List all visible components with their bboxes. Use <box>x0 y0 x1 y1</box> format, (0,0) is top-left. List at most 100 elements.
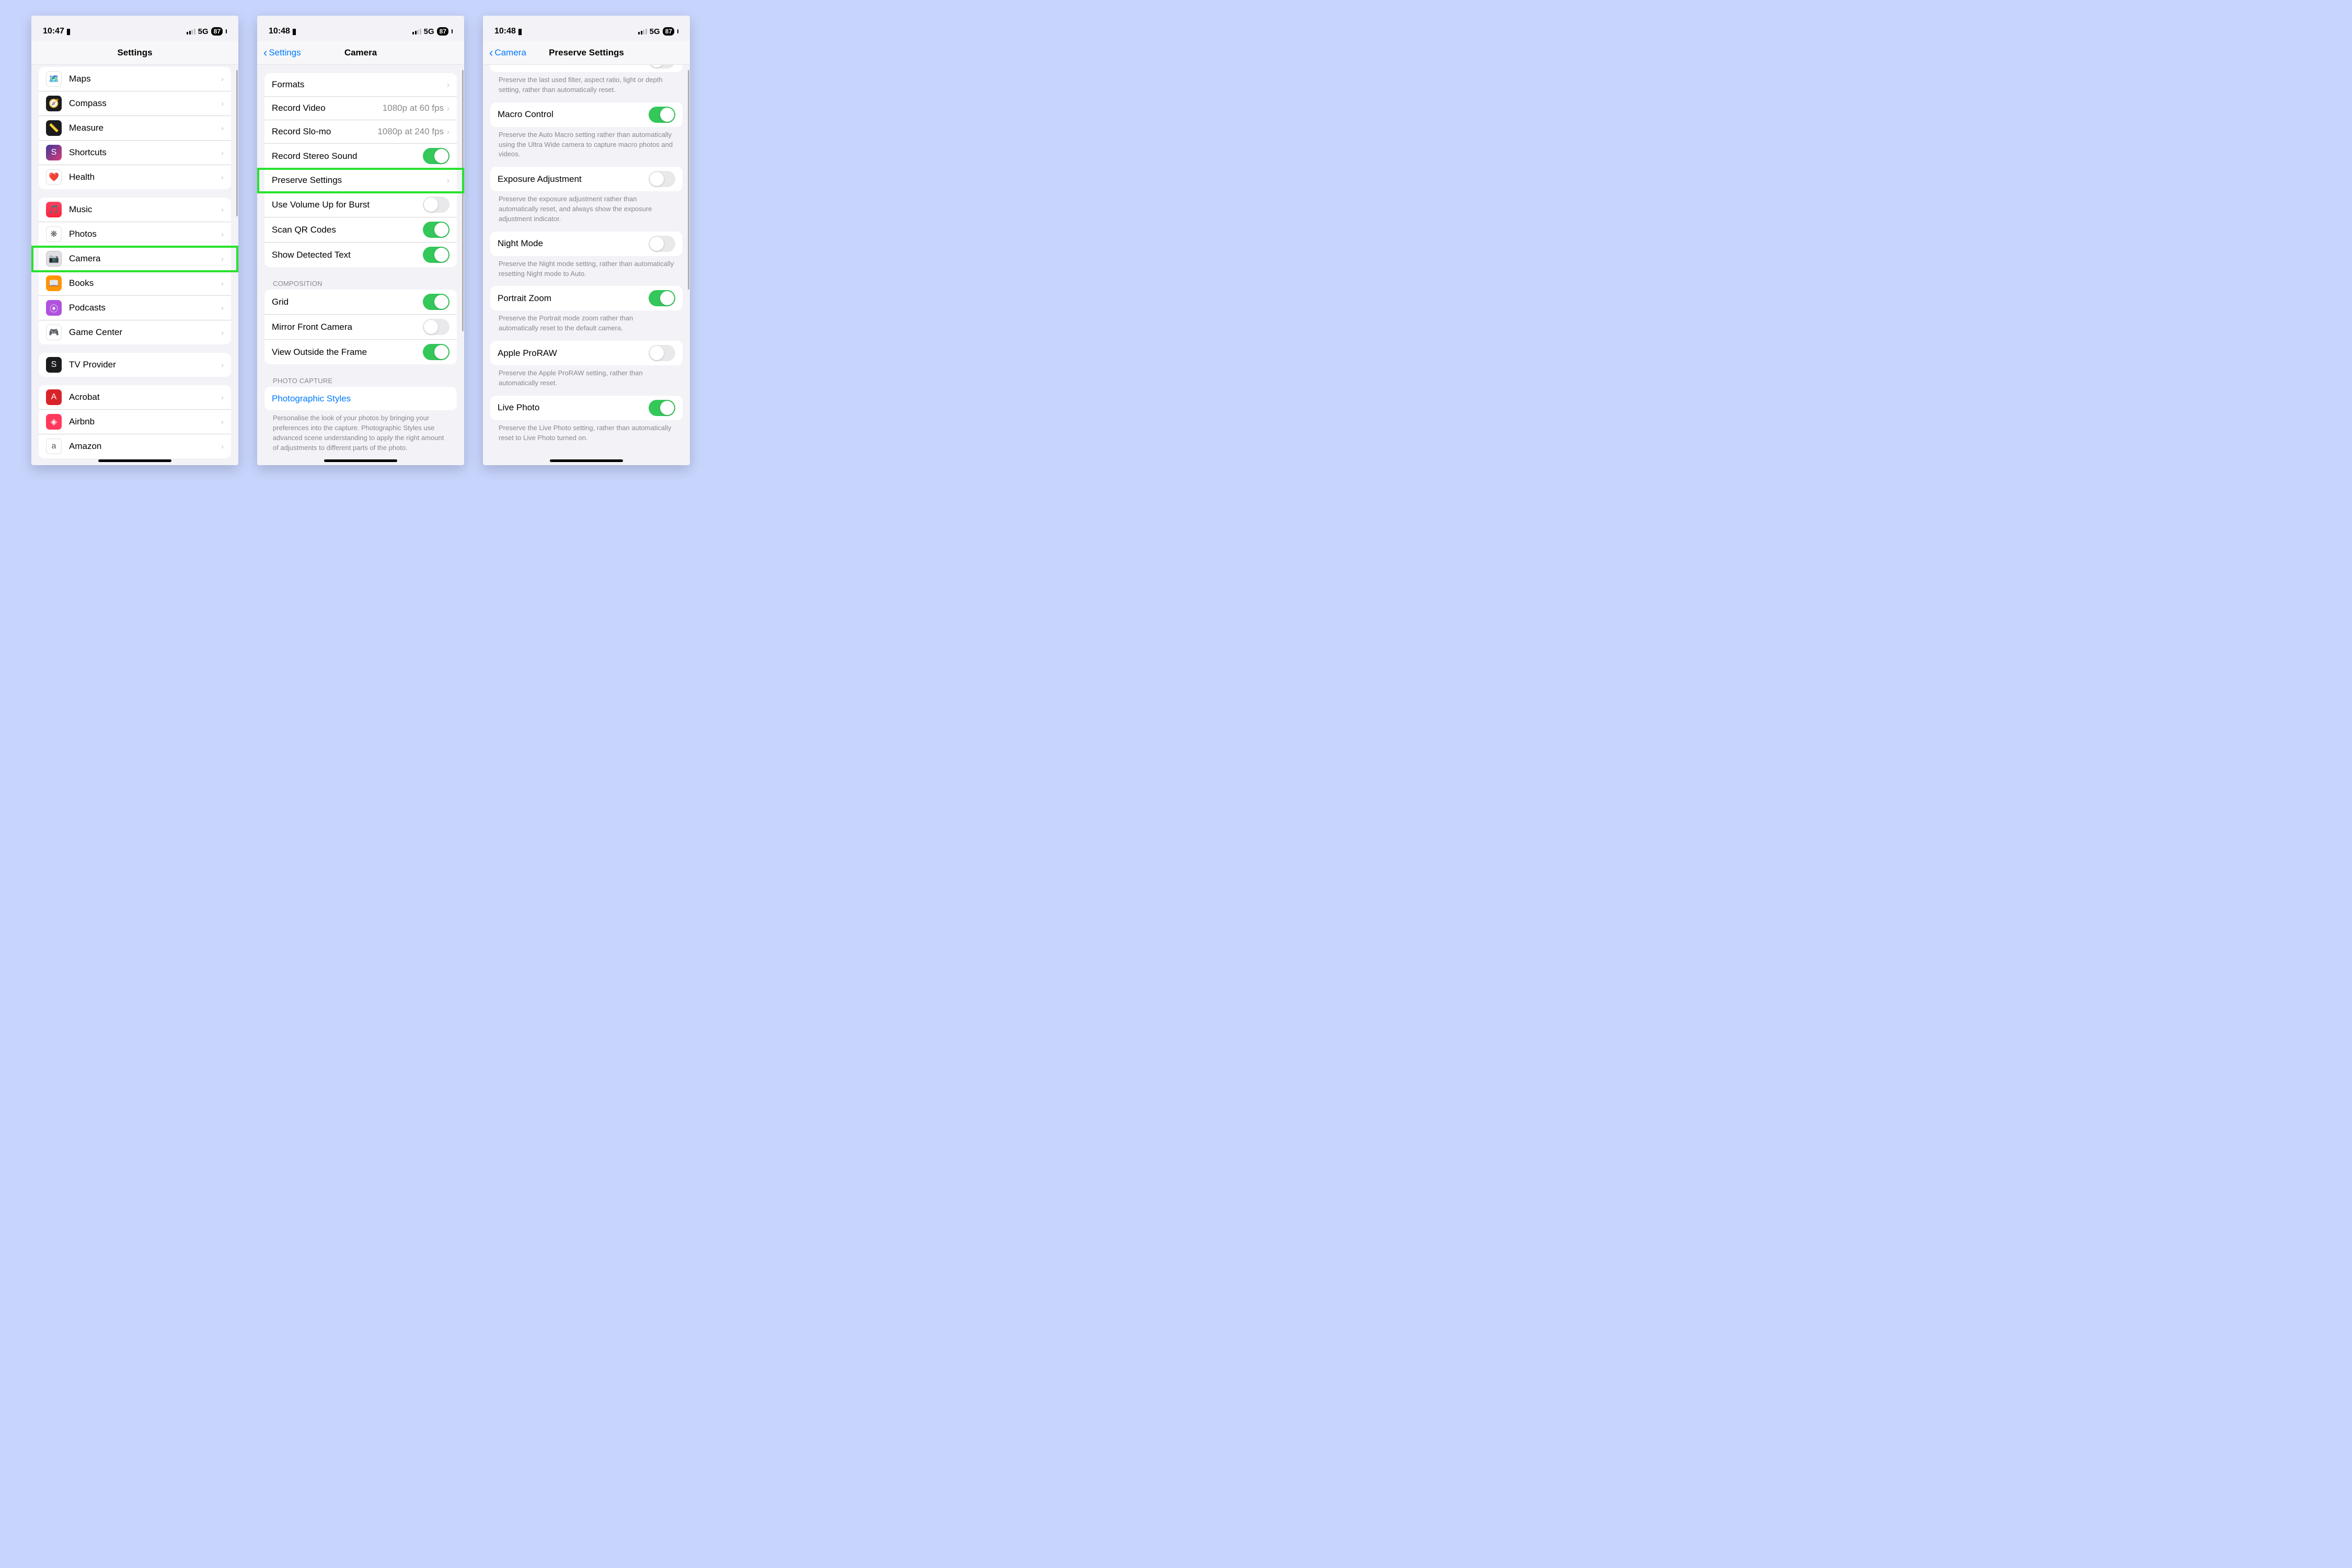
row-macro-control[interactable]: Macro Control <box>490 102 683 127</box>
settings-row-maps[interactable]: 🗺️Maps› <box>39 67 231 91</box>
home-indicator[interactable] <box>550 459 623 462</box>
row-detail: 1080p at 240 fps <box>377 126 444 137</box>
battery-icon: 87 <box>211 27 223 36</box>
toggle-scan-qr-codes[interactable] <box>423 222 449 238</box>
settings-row-shortcuts[interactable]: SShortcuts› <box>39 141 231 165</box>
link-label: Photographic Styles <box>272 394 449 404</box>
row-label: Photos <box>69 229 221 239</box>
chevron-right-icon: › <box>447 104 449 113</box>
settings-scroll[interactable]: 🗺️Maps›🧭Compass›📏Measure›SShortcuts›❤️He… <box>31 65 238 465</box>
row-label: Record Video <box>272 103 383 113</box>
row-view-outside-the-frame[interactable]: View Outside the Frame <box>264 340 457 364</box>
game-center-icon: 🎮 <box>46 325 62 340</box>
toggle-grid[interactable] <box>423 294 449 310</box>
simcard-icon: ▮ <box>292 27 296 36</box>
row-mirror-front-camera[interactable]: Mirror Front Camera <box>264 315 457 340</box>
toggle-use-volume-up-for-burst[interactable] <box>423 197 449 213</box>
footer-text: Preserve the Apple ProRAW setting, rathe… <box>499 368 674 388</box>
signal-icon <box>638 29 647 34</box>
photos-icon: ❋ <box>46 226 62 242</box>
settings-row-amazon[interactable]: aAmazon› <box>39 434 231 458</box>
settings-row-game-center[interactable]: 🎮 Game Center› <box>39 320 231 344</box>
home-indicator[interactable] <box>324 459 397 462</box>
row-formats[interactable]: Formats› <box>264 73 457 97</box>
row-portrait-zoom[interactable]: Portrait Zoom <box>490 286 683 310</box>
chevron-right-icon: › <box>221 393 224 402</box>
phone-preserve: 10:48 ▮ 5G 87 ‹Camera Preserve Settings … <box>483 16 690 465</box>
compass-icon: 🧭 <box>46 96 62 111</box>
toggle-portrait-zoom[interactable] <box>649 290 675 306</box>
camera-scroll[interactable]: Formats›Record Video1080p at 60 fps›Reco… <box>257 65 464 465</box>
chevron-right-icon: › <box>221 230 224 239</box>
chevron-right-icon: › <box>447 176 449 185</box>
network: 5G <box>198 27 209 36</box>
settings-row-compass[interactable]: 🧭 Compass› <box>39 91 231 116</box>
settings-row-books[interactable]: 📖Books› <box>39 271 231 296</box>
row-label: Use Volume Up for Burst <box>272 200 423 210</box>
toggle-night-mode[interactable] <box>649 236 675 252</box>
chevron-right-icon: › <box>221 361 224 370</box>
footer-text: Personalise the look of your photos by b… <box>273 413 448 453</box>
toggle-macro-control[interactable] <box>649 107 675 123</box>
acrobat-icon: A <box>46 389 62 405</box>
row-record-stereo-sound[interactable]: Record Stereo Sound <box>264 144 457 169</box>
preserve-scroll[interactable]: Preserve the last used filter, aspect ra… <box>483 65 690 465</box>
amazon-icon: a <box>46 439 62 454</box>
maps-icon: 🗺️ <box>46 71 62 87</box>
row-label: Exposure Adjustment <box>498 174 649 185</box>
toggle-view-outside-the-frame[interactable] <box>423 344 449 360</box>
chevron-right-icon: › <box>221 328 224 337</box>
row-label: Music <box>69 204 221 215</box>
settings-row-airbnb[interactable]: ◈Airbnb› <box>39 410 231 434</box>
chevron-right-icon: › <box>221 99 224 108</box>
settings-row-tv-provider[interactable]: STV Provider› <box>39 353 231 377</box>
toggle-show-detected-text[interactable] <box>423 247 449 263</box>
toggle-exposure-adjustment[interactable] <box>649 171 675 187</box>
toggle-record-stereo-sound[interactable] <box>423 148 449 164</box>
settings-row-music[interactable]: 🎵Music› <box>39 198 231 222</box>
row-use-volume-up-for-burst[interactable]: Use Volume Up for Burst <box>264 192 457 217</box>
row-grid[interactable]: Grid <box>264 290 457 315</box>
toggle-apple-proraw[interactable] <box>649 345 675 361</box>
settings-row-acrobat[interactable]: AAcrobat› <box>39 385 231 410</box>
chevron-right-icon: › <box>221 148 224 157</box>
network: 5G <box>650 27 660 36</box>
row-label: Game Center <box>69 327 221 338</box>
podcasts-icon: ⦿ <box>46 300 62 316</box>
row-exposure-adjustment[interactable]: Exposure Adjustment <box>490 167 683 191</box>
settings-row-photos[interactable]: ❋ Photos› <box>39 222 231 247</box>
clock: 10:47 <box>43 27 64 36</box>
row-label: View Outside the Frame <box>272 347 423 358</box>
settings-row-podcasts[interactable]: ⦿Podcasts› <box>39 296 231 320</box>
back-button[interactable]: ‹Camera <box>489 47 526 59</box>
row-scan-qr-codes[interactable]: Scan QR Codes <box>264 217 457 243</box>
row-live-photo[interactable]: Live Photo <box>490 396 683 420</box>
row-label: Compass <box>69 98 221 109</box>
row-label: Measure <box>69 123 221 133</box>
chevron-right-icon: › <box>221 279 224 288</box>
toggle-mirror-front-camera[interactable] <box>423 319 449 335</box>
row-label: Books <box>69 278 221 289</box>
toggle-live-photo[interactable] <box>649 400 675 416</box>
toggle-partial[interactable] <box>649 65 675 68</box>
row-label: Record Slo-mo <box>272 126 377 137</box>
row-record-slo-mo[interactable]: Record Slo-mo1080p at 240 fps› <box>264 120 457 144</box>
navbar: ‹Settings Camera <box>257 41 464 65</box>
row-record-video[interactable]: Record Video1080p at 60 fps› <box>264 97 457 120</box>
row-show-detected-text[interactable]: Show Detected Text <box>264 243 457 267</box>
settings-row-camera[interactable]: 📷Camera› <box>39 247 231 271</box>
row-label: Camera <box>69 253 221 264</box>
footer-text: Preserve the Auto Macro setting rather t… <box>499 130 674 160</box>
home-indicator[interactable] <box>98 459 171 462</box>
row-label: Health <box>69 172 221 182</box>
row-label: Record Stereo Sound <box>272 151 423 162</box>
row-preserve-settings[interactable]: Preserve Settings› <box>264 169 457 192</box>
row-night-mode[interactable]: Night Mode <box>490 232 683 256</box>
row-apple-proraw[interactable]: Apple ProRAW <box>490 341 683 365</box>
row-photographic-styles[interactable]: Photographic Styles <box>264 387 457 410</box>
row-label: Macro Control <box>498 109 649 120</box>
settings-row-health[interactable]: ❤️Health› <box>39 165 231 189</box>
tv-provider-icon: S <box>46 357 62 373</box>
back-button[interactable]: ‹Settings <box>263 47 301 59</box>
settings-row-measure[interactable]: 📏Measure› <box>39 116 231 141</box>
